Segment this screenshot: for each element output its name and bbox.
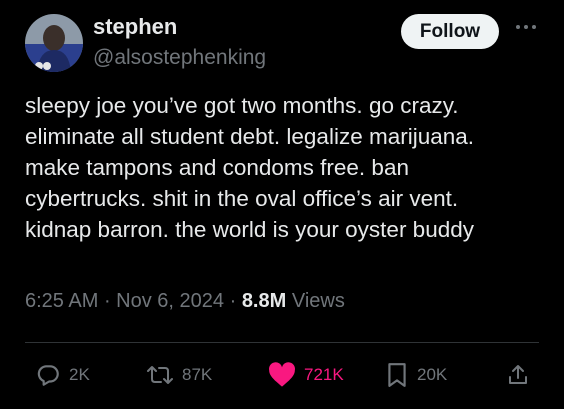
share-button[interactable] [506, 360, 530, 390]
heart-icon [269, 362, 295, 387]
avatar[interactable] [25, 14, 83, 72]
tweet-line: eliminate all student debt. legalize mar… [25, 124, 475, 149]
tweet-text: sleepy joe you’ve got two months. go cra… [25, 90, 555, 245]
views-count: 8.8M [241, 290, 287, 312]
tweet-date[interactable]: Nov 6, 2024 [116, 290, 224, 312]
like-count: 721K [304, 365, 344, 384]
meta-separator: · [98, 290, 117, 312]
repost-icon [147, 366, 173, 384]
meta-separator: · [224, 290, 242, 312]
tweet-line: make tampons and condoms free. ban [25, 155, 409, 180]
more-icon[interactable] [515, 22, 537, 32]
views-label: Views [286, 290, 345, 312]
reply-count: 2K [69, 365, 90, 384]
tweet-line: kidnap barron. the world is your oyster … [25, 217, 474, 242]
repost-count: 87K [182, 365, 213, 384]
author-name[interactable]: stephen [93, 14, 177, 40]
repost-button[interactable]: 87K [146, 360, 212, 390]
bookmark-count: 20K [417, 365, 448, 384]
like-button[interactable]: 721K [268, 360, 344, 390]
bookmark-button[interactable]: 20K [385, 360, 447, 390]
author-handle[interactable]: @alsostephenking [93, 46, 266, 70]
follow-button[interactable]: Follow [401, 14, 499, 49]
divider [25, 342, 539, 343]
tweet-line: sleepy joe you’ve got two months. go cra… [25, 93, 459, 118]
tweet-line: cybertrucks. shit in the oval office’s a… [25, 186, 459, 211]
tweet-time[interactable]: 6:25 AM [25, 290, 98, 312]
tweet-meta: 6:25 AM · Nov 6, 2024 · 8.8M Views [25, 290, 345, 313]
reply-button[interactable]: 2K [35, 360, 90, 390]
share-icon [509, 365, 527, 384]
bookmark-icon [388, 363, 406, 387]
reply-icon [37, 365, 59, 386]
